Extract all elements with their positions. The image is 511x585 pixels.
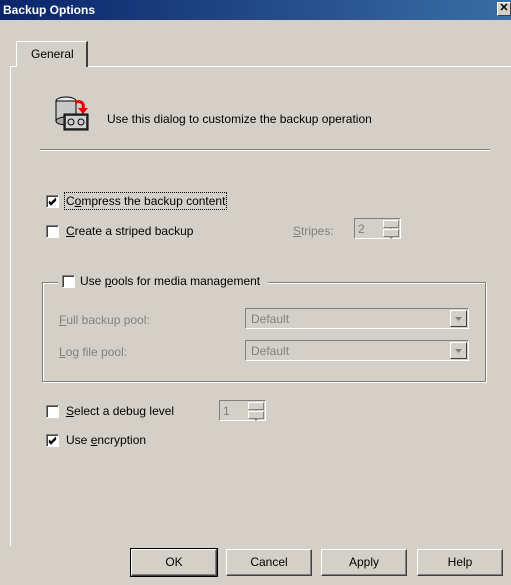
encryption-label[interactable]: Use encryption (66, 433, 146, 447)
ok-button[interactable]: OK (130, 548, 218, 577)
apply-button[interactable]: Apply (321, 549, 407, 576)
log-file-pool-dropdown[interactable] (450, 342, 467, 359)
full-backup-pool-label: Full backup pool: (59, 313, 150, 327)
debug-level-label[interactable]: Select a debug level (66, 404, 174, 418)
debug-level-value: 1 (223, 404, 230, 418)
checkmark-icon (48, 197, 57, 206)
backup-tape-icon (55, 96, 89, 131)
log-file-pool-select[interactable]: Default (245, 340, 469, 361)
backup-options-dialog: Backup Options ✕ General Use this dialog… (0, 0, 511, 585)
help-button[interactable]: Help (417, 549, 503, 576)
stripes-value: 2 (358, 222, 365, 236)
tab-general[interactable]: General (16, 41, 88, 67)
title-bar: Backup Options ✕ (0, 0, 511, 20)
cancel-button[interactable]: Cancel (226, 549, 312, 576)
log-file-pool-value: Default (251, 344, 290, 358)
stripes-spin-buttons (383, 220, 399, 239)
log-file-pool-label: Log file pool: (59, 345, 128, 359)
full-backup-pool-value: Default (251, 312, 290, 326)
stripes-down-button[interactable] (383, 229, 399, 239)
arrow-down-icon (253, 418, 259, 421)
compress-label[interactable]: Compress the backup content (63, 192, 228, 210)
stripes-label: Stripes: (293, 224, 334, 238)
pools-legend: Use pools for media management Use pools… (58, 274, 269, 290)
use-pools-label[interactable]: Use pools for media management (80, 274, 260, 288)
chevron-down-icon (455, 317, 462, 321)
close-button[interactable]: ✕ (497, 2, 511, 16)
checkmark-icon (48, 436, 57, 445)
striped-backup-checkbox[interactable] (46, 225, 59, 238)
stripes-stepper[interactable]: 2 (354, 218, 401, 239)
encryption-checkbox[interactable] (46, 434, 59, 447)
chevron-down-icon (455, 349, 462, 353)
debug-up-button[interactable] (248, 402, 264, 413)
striped-backup-label[interactable]: Create a striped backup (66, 224, 193, 238)
full-backup-pool-dropdown[interactable] (450, 310, 467, 327)
media-pools-group (42, 282, 486, 382)
arrow-down-icon (388, 236, 394, 239)
full-backup-pool-select[interactable]: Default (245, 308, 469, 329)
tab-general-label: General (31, 47, 74, 61)
debug-level-checkbox[interactable] (46, 405, 59, 418)
dialog-title: Backup Options (3, 3, 96, 17)
use-pools-checkbox[interactable] (62, 275, 75, 288)
debug-spin-buttons (248, 402, 264, 421)
debug-level-stepper[interactable]: 1 (219, 400, 266, 421)
compress-checkbox[interactable] (46, 195, 59, 208)
debug-down-button[interactable] (248, 411, 264, 421)
header-separator (40, 149, 490, 151)
header-description: Use this dialog to customize the backup … (107, 112, 372, 126)
stripes-up-button[interactable] (383, 220, 399, 231)
close-icon: ✕ (499, 2, 509, 14)
